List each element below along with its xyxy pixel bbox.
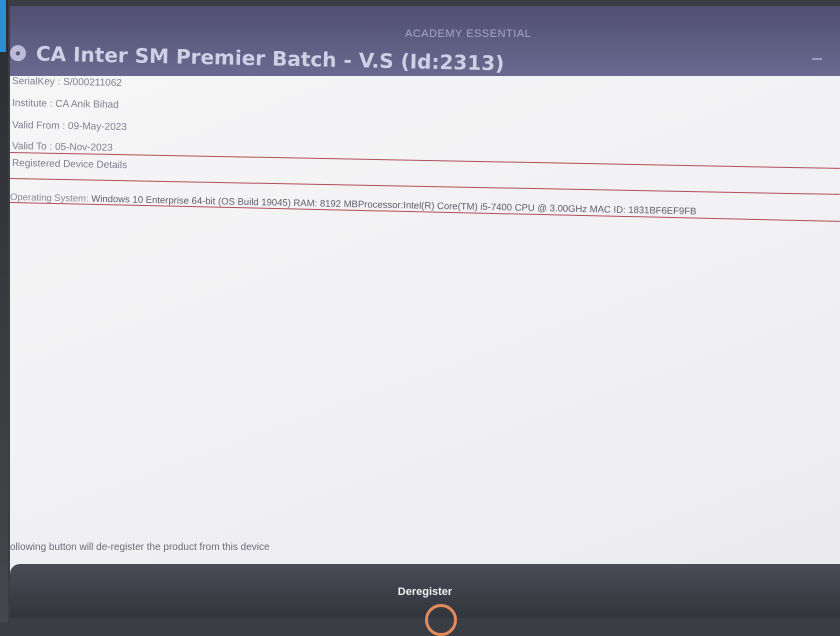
divider-middle bbox=[10, 178, 840, 195]
institute: Institute : CA Anik Bihad bbox=[11, 98, 119, 111]
window-title: ACADEMY ESSENTIAL bbox=[405, 28, 532, 40]
deregister-hint: ollowing button will de-register the pro… bbox=[10, 542, 270, 553]
taskbar-edge bbox=[0, 0, 6, 52]
serial-key: SerialKey : S/000211062 bbox=[11, 76, 122, 89]
deregister-button[interactable]: Deregister bbox=[10, 564, 840, 618]
valid-from: Valid From : 09-May-2023 bbox=[11, 120, 127, 134]
deregister-label: Deregister bbox=[397, 586, 453, 598]
minimize-icon[interactable] bbox=[812, 58, 822, 60]
divider-top bbox=[10, 152, 840, 169]
registered-device-label: Registered Device Details bbox=[11, 158, 128, 172]
cursor-indicator bbox=[425, 604, 457, 636]
app-window: ACADEMY ESSENTIAL ● CA Inter SM Premier … bbox=[10, 6, 840, 618]
product-badge-icon: ● bbox=[10, 45, 27, 62]
device-bezel bbox=[0, 0, 8, 622]
